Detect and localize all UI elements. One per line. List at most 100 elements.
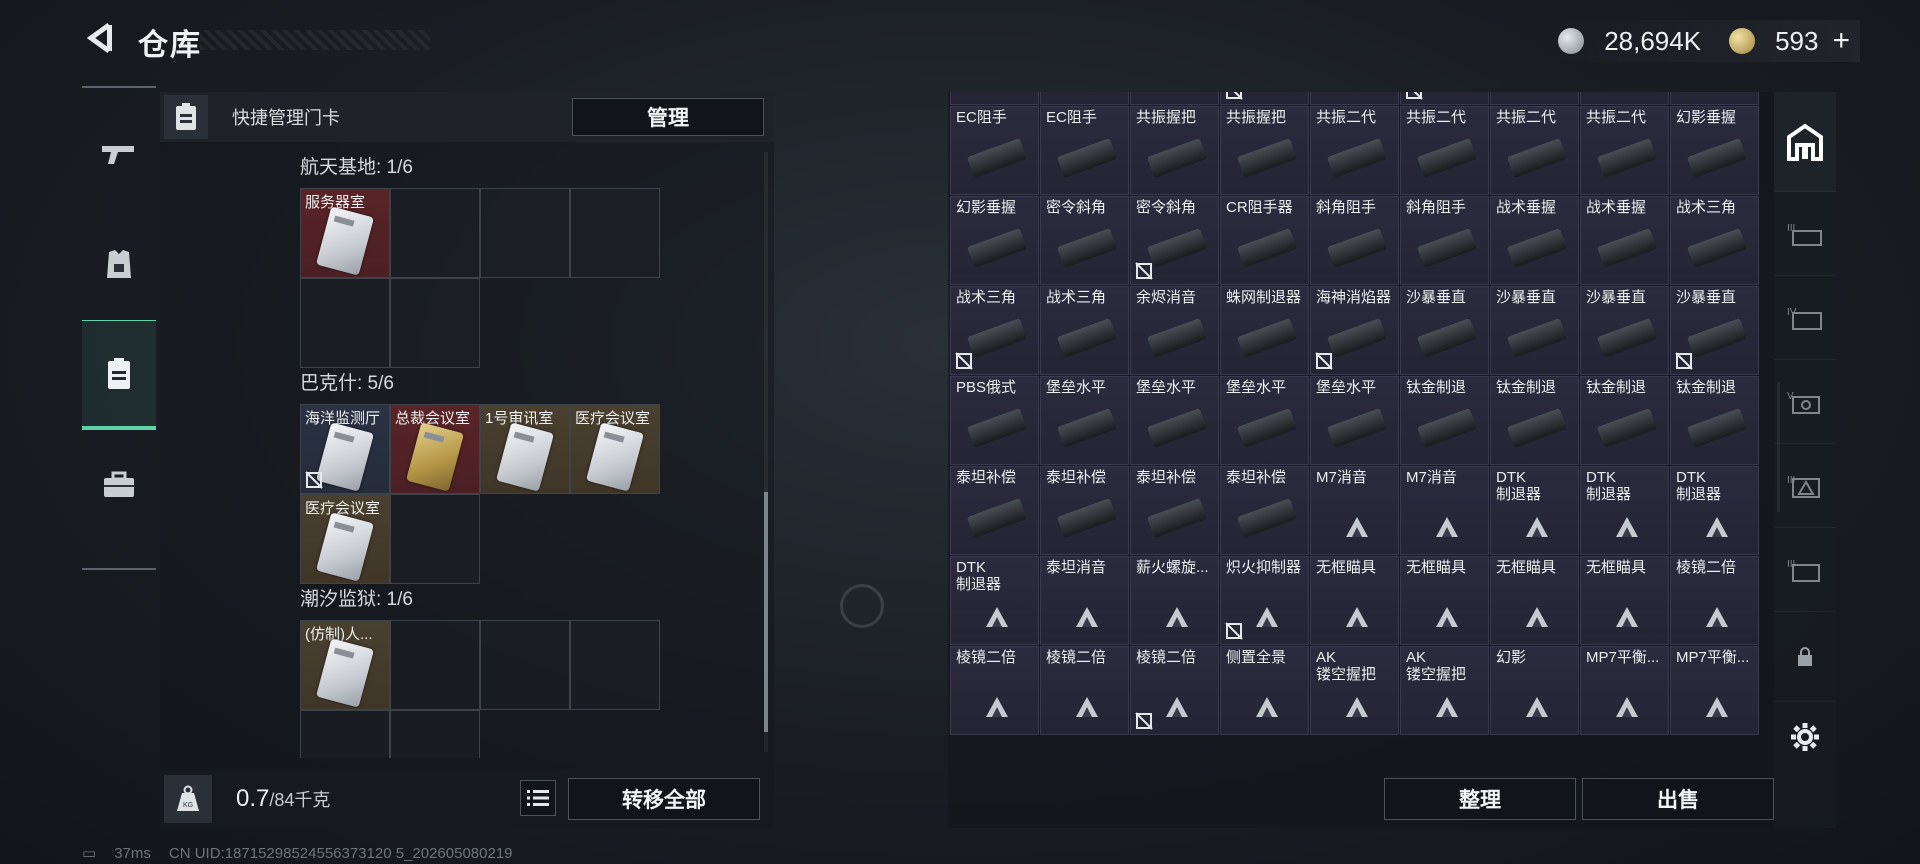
inventory-item[interactable]: 泰坦补偿 [950,466,1039,555]
grid-cell[interactable] [480,620,570,710]
inventory-item[interactable]: 共振握把 [1220,106,1309,195]
inventory-item[interactable]: 幻影 [1490,646,1579,735]
sell-button[interactable]: 出售 [1582,778,1774,820]
list-view-button[interactable] [520,780,556,816]
inventory-item[interactable]: EC阻手 [1040,106,1129,195]
inventory-item[interactable]: 斜角阻手 [1310,196,1399,285]
inventory-item[interactable]: 泰坦补偿 [1130,466,1219,555]
inventory-item[interactable]: M7消音 [1400,466,1489,555]
inventory-item[interactable]: 共振二代 [1310,106,1399,195]
sidebar-storage-6[interactable]: III [1774,444,1836,528]
inventory-item[interactable]: M7消音 [1310,466,1399,555]
inventory-item[interactable]: 薪火螺旋... [1130,556,1219,645]
sidebar-storage-3[interactable]: III [1774,192,1836,276]
grid-cell[interactable] [300,710,390,758]
inventory-item[interactable]: 共振二代 [1580,106,1669,195]
grid-cell[interactable] [300,278,390,368]
inventory-item[interactable]: AK 镂空握把 [1310,646,1399,735]
inventory-item[interactable]: 余烬消音 [1130,286,1219,375]
grid-cell[interactable] [570,188,660,278]
inventory-item[interactable]: 泰坦补偿 [1220,466,1309,555]
inventory-item[interactable]: CR阻手器 [1220,196,1309,285]
inventory-item[interactable]: 钛金制退 [1670,376,1759,465]
back-button[interactable] [80,18,120,58]
inventory-item[interactable] [1400,92,1489,105]
keycard-item[interactable]: 服务器室 [300,188,390,278]
inventory-item[interactable]: 堡垒水平 [1130,376,1219,465]
keycard-item[interactable]: (仿制)人... [300,620,390,710]
inventory-item[interactable]: 无框瞄具 [1580,556,1669,645]
grid-cell[interactable] [480,188,570,278]
inventory-item[interactable]: 密令斜角 [1040,196,1129,285]
inventory-item[interactable]: MP7平衡... [1670,646,1759,735]
inventory-item[interactable] [1580,92,1669,105]
sidebar-settings[interactable] [1774,702,1836,772]
inventory-item[interactable]: 钛金制退 [1400,376,1489,465]
nav-armor[interactable] [82,210,156,320]
grid-cell[interactable] [390,188,480,278]
inventory-item[interactable]: 堡垒水平 [1310,376,1399,465]
inventory-item[interactable]: 钛金制退 [1580,376,1669,465]
add-currency-button[interactable]: + [1832,24,1850,58]
nav-weapons[interactable] [82,100,156,210]
manage-button[interactable]: 管理 [572,98,764,136]
keycard-item[interactable]: 海洋监测厅 [300,404,390,494]
transfer-all-button[interactable]: 转移全部 [568,778,760,820]
inventory-item[interactable]: 共振握把 [1130,106,1219,195]
inventory-item[interactable]: 堡垒水平 [1220,376,1309,465]
sidebar-warehouse[interactable] [1774,92,1836,192]
inventory-item[interactable]: 共振二代 [1490,106,1579,195]
inventory-item[interactable] [1130,92,1219,105]
inventory-item[interactable] [1220,92,1309,105]
inventory-item[interactable]: 共振二代 [1400,106,1489,195]
inventory-item[interactable]: DTK 制退器 [1490,466,1579,555]
inventory-item[interactable]: 战术三角 [1670,196,1759,285]
keycard-scrollbar-thumb[interactable] [764,492,768,732]
inventory-item[interactable]: DTK 制退器 [1670,466,1759,555]
keycard-item[interactable]: 总裁会议室 [390,404,480,494]
inventory-item[interactable]: 海神消焰器 [1310,286,1399,375]
inventory-item[interactable]: 泰坦补偿 [1040,466,1129,555]
inventory-item[interactable]: 棱镜二倍 [1670,556,1759,645]
inventory-item[interactable]: 无框瞄具 [1310,556,1399,645]
inventory-item[interactable]: 钛金制退 [1490,376,1579,465]
inventory-item[interactable]: MP7平衡... [1580,646,1669,735]
inventory-item[interactable]: 战术三角 [950,286,1039,375]
inventory-item[interactable]: PBS俄式 [950,376,1039,465]
inventory-item[interactable] [1670,92,1759,105]
inventory-item[interactable]: 侧置全景 [1220,646,1309,735]
grid-cell[interactable] [570,620,660,710]
inventory-item[interactable]: EC阻手 [950,106,1039,195]
nav-keycards[interactable] [82,320,156,430]
inventory-item[interactable]: 战术三角 [1040,286,1129,375]
sidebar-storage-7[interactable]: III [1774,528,1836,612]
keycard-item[interactable]: 医疗会议室 [570,404,660,494]
inventory-item[interactable]: 蛛网制退器 [1220,286,1309,375]
keycard-item[interactable]: 1号审讯室 [480,404,570,494]
inventory-item[interactable] [1310,92,1399,105]
inventory-item[interactable]: 棱镜二倍 [1040,646,1129,735]
inventory-item[interactable]: DTK 制退器 [1580,466,1669,555]
keycard-item[interactable]: 医疗会议室 [300,494,390,584]
inventory-item[interactable] [1490,92,1579,105]
inventory-grid[interactable]: EC阻手 EC阻手 共振握把 共振握把 共振二代 共振二代 共振二代 共振二代 幻影垂握 幻影垂握… [950,92,1770,764]
inventory-item[interactable] [1040,92,1129,105]
inventory-item[interactable]: 幻影垂握 [950,196,1039,285]
grid-cell[interactable] [390,620,480,710]
inventory-item[interactable]: 沙暴垂直 [1580,286,1669,375]
inventory-item[interactable]: 战术垂握 [1580,196,1669,285]
inventory-item[interactable]: AK 镂空握把 [1400,646,1489,735]
inventory-item[interactable]: 沙暴垂直 [1490,286,1579,375]
sidebar-storage-4[interactable]: IV [1774,276,1836,360]
inventory-item[interactable]: 棱镜二倍 [950,646,1039,735]
inventory-item[interactable]: 炽火抑制器 [1220,556,1309,645]
sidebar-locked-slot[interactable] [1774,612,1836,702]
sidebar-storage-5[interactable]: V [1774,360,1836,444]
inventory-item[interactable]: 沙暴垂直 [1400,286,1489,375]
grid-cell[interactable] [390,710,480,758]
inventory-item[interactable]: 泰坦消音 [1040,556,1129,645]
grid-cell[interactable] [390,278,480,368]
inventory-item[interactable]: DTK 制退器 [950,556,1039,645]
inventory-item[interactable]: 斜角阻手 [1400,196,1489,285]
inventory-item[interactable]: 密令斜角 [1130,196,1219,285]
